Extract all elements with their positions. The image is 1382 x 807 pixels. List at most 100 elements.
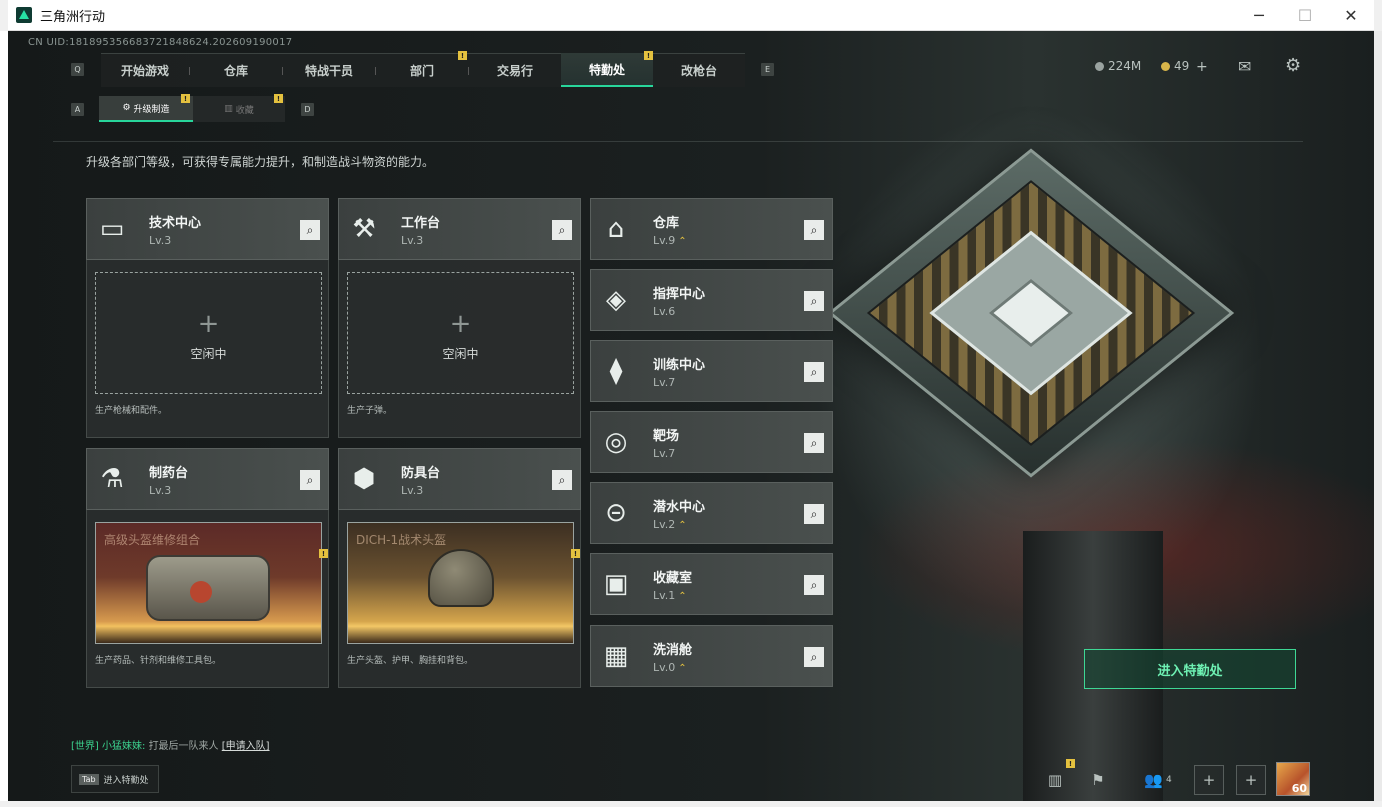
department-alert-badge: ! xyxy=(458,51,467,60)
coins-value: 49 xyxy=(1174,59,1190,73)
target-icon: ◎ xyxy=(604,427,628,457)
search-icon[interactable]: ⌕ xyxy=(804,647,824,667)
tab-operators[interactable]: 特战干员 xyxy=(283,53,375,87)
department-diving[interactable]: ⊝ 潜水中心 Lv.2 ⌃ ⌕ xyxy=(590,482,833,544)
craft-slot-empty[interactable]: + 空闲中 xyxy=(95,272,322,394)
add-slot-button[interactable]: + xyxy=(1236,765,1266,795)
search-icon[interactable]: ⌕ xyxy=(552,470,572,490)
minimize-button[interactable]: ─ xyxy=(1236,0,1282,31)
craft-slot-empty[interactable]: + 空闲中 xyxy=(347,272,574,394)
game-viewport: CN UID:181895356683721848624.20260919001… xyxy=(8,31,1374,801)
crafting-item-slot[interactable]: DICH-1战术头盔 xyxy=(347,522,574,644)
tab-warehouse[interactable]: 仓库 xyxy=(190,53,282,87)
department-collection-room[interactable]: ▣ 收藏室 Lv.1 ⌃ ⌕ xyxy=(590,553,833,615)
tab-hint-button[interactable]: Tab 进入特勤处 xyxy=(71,765,159,793)
station-name: 防具台 xyxy=(401,466,441,481)
department-level-row: Lv.2 ⌃ xyxy=(653,518,687,531)
maximize-button[interactable]: ☐ xyxy=(1282,0,1328,31)
warehouse-icon: ⌂ xyxy=(607,214,625,244)
helmet-repair-kit-bag-image xyxy=(146,555,270,621)
collection-room-icon: ▣ xyxy=(603,569,629,599)
station-header-workbench[interactable]: ⚒ 工作台 Lv.3 ⌕ xyxy=(338,198,581,260)
department-command[interactable]: ◈ 指挥中心 Lv.6 ⌕ xyxy=(590,269,833,331)
tab-key: Tab xyxy=(79,773,99,785)
department-level-row: Lv.0 ⌃ xyxy=(653,661,687,674)
product-description: 生产头盔、护甲、胸挂和背包。 xyxy=(347,656,474,666)
divider-line xyxy=(53,141,1303,142)
add-slot-button[interactable]: + xyxy=(1194,765,1224,795)
subtab-upgrade-craft[interactable]: ⚙ 升级制造 xyxy=(99,96,193,122)
mail-icon[interactable]: ✉ xyxy=(1238,57,1251,76)
command-center-icon: ◈ xyxy=(606,285,626,315)
department-level: Lv.0 xyxy=(653,661,676,674)
slot-status: 空闲中 xyxy=(442,347,479,361)
department-name: 仓库 xyxy=(653,216,680,231)
search-icon[interactable]: ⌕ xyxy=(804,575,824,595)
subtab-collection-label: 收藏 xyxy=(235,105,254,116)
station-level: Lv.3 xyxy=(149,484,172,497)
tactical-helmet-image xyxy=(428,549,494,607)
department-training[interactable]: ⧫ 训练中心 Lv.7 ⌕ xyxy=(590,340,833,402)
tab-special-ops[interactable]: 特勤处 xyxy=(561,53,653,87)
station-name: 技术中心 xyxy=(149,216,202,231)
tab-trade[interactable]: 交易行 xyxy=(469,53,561,87)
chat-user[interactable]: 小猛妹妹: xyxy=(102,741,145,752)
collection-icon: ▥ xyxy=(224,104,233,114)
enter-special-ops-button[interactable]: 进入特勤处 xyxy=(1084,649,1296,689)
search-icon[interactable]: ⌕ xyxy=(300,220,320,240)
department-warehouse[interactable]: ⌂ 仓库 Lv.9 ⌃ ⌕ xyxy=(590,198,833,260)
subtab-collection[interactable]: ▥ 收藏 xyxy=(193,96,285,122)
window-title: 三角洲行动 xyxy=(40,9,106,25)
search-icon[interactable]: ⌕ xyxy=(804,504,824,524)
chat-message: 打最后一队来人 xyxy=(148,741,219,752)
search-icon[interactable]: ⌕ xyxy=(804,433,824,453)
search-icon[interactable]: ⌕ xyxy=(804,220,824,240)
tab-start-game[interactable]: 开始游戏 xyxy=(101,53,189,87)
department-decontamination[interactable]: ▦ 洗消舱 Lv.0 ⌃ ⌕ xyxy=(590,625,833,687)
gold-coin-icon xyxy=(1161,61,1170,71)
settings-gear-icon[interactable]: ⚙ xyxy=(1285,55,1301,76)
search-icon[interactable]: ⌕ xyxy=(804,362,824,382)
station-header-tech[interactable]: ▭ 技术中心 Lv.3 ⌕ xyxy=(86,198,329,260)
craft-alert-badge: ! xyxy=(181,94,190,103)
plus-icon: + xyxy=(197,309,220,339)
chat-join-link[interactable]: [申请入队] xyxy=(222,741,270,752)
station-header-armor[interactable]: ⬢ 防具台 Lv.3 ⌕ xyxy=(338,448,581,510)
tab-gunsmith[interactable]: 改枪台 xyxy=(653,53,745,87)
diving-mask-icon: ⊝ xyxy=(605,498,627,528)
department-level: Lv.7 xyxy=(653,376,676,389)
department-level: Lv.7 xyxy=(653,447,676,460)
department-level: Lv.9 xyxy=(653,234,676,247)
money-coin-icon xyxy=(1095,61,1104,71)
player-avatar[interactable]: 60 xyxy=(1276,762,1310,796)
friends-button[interactable]: 👥 4 xyxy=(1138,765,1178,795)
slot-status: 空闲中 xyxy=(190,347,227,361)
right-window-edge xyxy=(1374,31,1382,807)
close-button[interactable]: ✕ xyxy=(1328,0,1374,31)
tools-icon: ⚒ xyxy=(352,214,376,244)
left-window-edge xyxy=(0,31,8,807)
tech-center-icon: ▭ xyxy=(99,214,125,244)
stats-chart-icon[interactable]: ▥ xyxy=(1040,765,1070,795)
item-alert-badge: ! xyxy=(319,549,328,558)
flag-icon[interactable]: ⚑ xyxy=(1083,765,1113,795)
search-icon[interactable]: ⌕ xyxy=(552,220,572,240)
money-value: 224M xyxy=(1108,59,1142,73)
tab-department[interactable]: 部门 xyxy=(376,53,468,87)
tab-hint-label: 进入特勤处 xyxy=(103,775,149,786)
app-logo-icon xyxy=(16,7,32,23)
uid-label: CN UID:181895356683721848624.20260919001… xyxy=(28,37,293,48)
friends-count: 4 xyxy=(1165,775,1172,785)
bottom-window-edge xyxy=(0,801,1382,807)
station-card-workbench: ⚒ 工作台 Lv.3 ⌕ + 空闲中 生产子弹。 xyxy=(338,198,581,438)
crafting-item-slot[interactable]: 高级头盔维修组合 xyxy=(95,522,322,644)
search-icon[interactable]: ⌕ xyxy=(804,291,824,311)
department-level-row: Lv.1 ⌃ xyxy=(653,589,687,602)
add-coins-button[interactable]: + xyxy=(1196,59,1208,75)
department-name: 洗消舱 xyxy=(653,643,693,658)
search-icon[interactable]: ⌕ xyxy=(300,470,320,490)
department-name: 收藏室 xyxy=(653,571,693,586)
station-header-pharmacy[interactable]: ⚗ 制药台 Lv.3 ⌕ xyxy=(86,448,329,510)
department-range[interactable]: ◎ 靶场 Lv.7 ⌕ xyxy=(590,411,833,473)
upgrade-available-icon: ⌃ xyxy=(678,591,687,602)
